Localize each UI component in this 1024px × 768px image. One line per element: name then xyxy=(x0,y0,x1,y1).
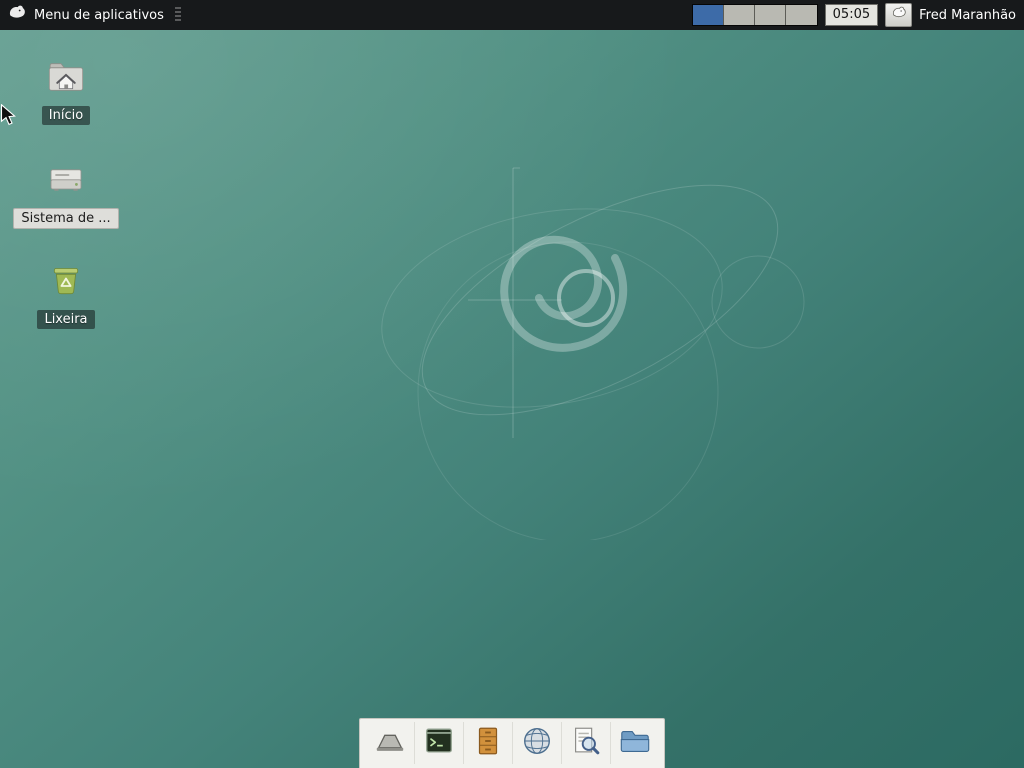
workspace-2[interactable] xyxy=(724,5,755,25)
desktop-icon-label: Lixeira xyxy=(37,310,94,329)
dock-web-browser-button[interactable] xyxy=(512,722,561,764)
desktop-icon-trash[interactable]: Lixeira xyxy=(11,261,121,329)
desktop-icon-filesystem[interactable]: Sistema de ... xyxy=(11,159,121,229)
tray-mouse-icon xyxy=(891,5,907,25)
file-manager-folder-icon xyxy=(618,724,652,762)
launcher-dock xyxy=(359,718,665,768)
application-finder-icon xyxy=(569,724,603,762)
desktop-icon-label: Início xyxy=(42,106,90,125)
terminal-icon xyxy=(422,724,456,762)
desktop-icon-home[interactable]: Início xyxy=(11,57,121,125)
session-user-menu[interactable]: Fred Maranhão xyxy=(919,8,1016,23)
show-desktop-icon xyxy=(373,724,407,762)
workspace-4[interactable] xyxy=(786,5,817,25)
desktop-icon-label: Sistema de ... xyxy=(13,208,118,229)
home-folder-icon xyxy=(46,57,86,101)
panel-grip-handle[interactable] xyxy=(175,7,181,23)
panel-right-area: 05:05 Fred Maranhão xyxy=(692,0,1024,30)
hard-drive-icon xyxy=(46,159,86,203)
workspace-3[interactable] xyxy=(755,5,786,25)
tray-button[interactable] xyxy=(885,3,912,27)
xfce-mouse-logo-icon xyxy=(7,3,27,27)
workspace-1[interactable] xyxy=(693,5,724,25)
file-cabinet-icon xyxy=(471,724,505,762)
dock-file-manager-button[interactable] xyxy=(610,722,659,764)
clock[interactable]: 05:05 xyxy=(825,4,878,26)
dock-terminal-button[interactable] xyxy=(414,722,463,764)
applications-menu-label: Menu de aplicativos xyxy=(34,8,164,23)
debian-swirl-watermark xyxy=(330,140,850,544)
dock-file-cabinet-button[interactable] xyxy=(463,722,512,764)
dock-application-finder-button[interactable] xyxy=(561,722,610,764)
web-browser-globe-icon xyxy=(520,724,554,762)
top-panel: Menu de aplicativos 05:05 Fred Maranhão xyxy=(0,0,1024,30)
trash-bin-icon xyxy=(46,261,86,305)
dock-show-desktop-button[interactable] xyxy=(365,722,414,764)
workspace-switcher xyxy=(692,4,818,26)
applications-menu-button[interactable]: Menu de aplicativos xyxy=(0,0,181,30)
